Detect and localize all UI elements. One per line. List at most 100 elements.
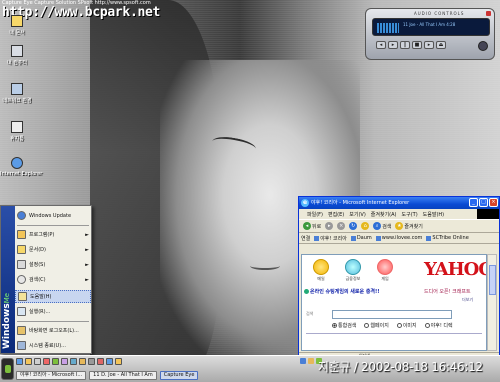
media-quicklaunch-icon[interactable] xyxy=(43,358,50,365)
yahoo-logo[interactable]: YAHOO! Ko xyxy=(424,259,486,280)
app-quicklaunch-icon[interactable] xyxy=(97,358,104,365)
ie-window-title: 야후! 코리아 - Microsoft Internet Explorer xyxy=(311,200,410,206)
minimize-button[interactable]: _ xyxy=(469,198,478,207)
network-icon xyxy=(11,83,23,95)
volume-knob[interactable] xyxy=(478,41,488,51)
documents-icon xyxy=(17,245,26,254)
player-title: AUDIO CONTROLS xyxy=(414,11,465,16)
banner-brand: Windows xyxy=(2,303,12,349)
desktop-icon-my-documents[interactable]: 내 문서 xyxy=(0,15,34,36)
service-label: 게임 xyxy=(381,276,389,281)
home-button[interactable]: ⌂ xyxy=(361,222,370,230)
favorites-button[interactable]: ★ 즐겨찾기 xyxy=(395,222,423,230)
start-item-shutdown[interactable]: 시스템 종료(U)... xyxy=(15,339,91,352)
radio-images[interactable]: 이미지 xyxy=(396,322,417,329)
app-quicklaunch-icon[interactable] xyxy=(70,358,77,365)
taskbar-button-capture-eye[interactable]: Capture Eye xyxy=(159,371,199,380)
yahoo-games-link[interactable]: 게임 xyxy=(374,259,396,282)
start-menu-separator xyxy=(17,321,89,322)
ie-titlebar[interactable]: e 야후! 코리아 - Microsoft Internet Explorer … xyxy=(299,197,499,209)
link-sctribe[interactable]: SCTribe Online xyxy=(426,235,469,241)
menu-favorites[interactable]: 즐겨찾기(A) xyxy=(371,211,397,218)
stop-button[interactable]: ■ xyxy=(412,41,422,49)
start-button[interactable] xyxy=(1,358,14,380)
start-item-run[interactable]: 실행(R)... xyxy=(15,305,91,318)
next-button[interactable]: ▸ xyxy=(424,41,434,49)
page-icon xyxy=(426,235,432,241)
computer-icon xyxy=(11,45,23,57)
ie-quicklaunch-icon[interactable] xyxy=(16,358,23,365)
spectrum-visualizer xyxy=(377,23,399,33)
menu-view[interactable]: 보기(V) xyxy=(349,211,366,218)
app-quicklaunch-icon[interactable] xyxy=(115,358,122,365)
search-field-label: 검색 xyxy=(306,311,314,316)
desktop-icon-network-places[interactable]: 네트워크 환경 xyxy=(0,83,34,104)
radio-web-pages[interactable]: 웹페이지 xyxy=(364,322,389,329)
favorites-label: 즐겨찾기 xyxy=(404,223,423,230)
quick-launch xyxy=(16,358,122,365)
home-icon: ⌂ xyxy=(361,222,370,230)
media-player[interactable]: AUDIO CONTROLS 11 Joe - All That I Am 4:… xyxy=(365,8,495,60)
start-item-settings[interactable]: 설정(S) ► xyxy=(15,258,91,271)
app-quicklaunch-icon[interactable] xyxy=(106,358,113,365)
refresh-icon: ↻ xyxy=(349,222,358,230)
menu-tools[interactable]: 도구(T) xyxy=(402,211,418,218)
desktop-icon-label: 네트워크 환경 xyxy=(2,98,32,104)
radio-integrated-search[interactable]: 통합검색 xyxy=(332,322,356,329)
app-quicklaunch-icon[interactable] xyxy=(79,358,86,365)
eject-button[interactable]: ⏏ xyxy=(436,41,446,49)
start-item-documents[interactable]: 문서(D) ► xyxy=(15,243,91,256)
more-link[interactable]: 더보기 xyxy=(462,297,473,303)
taskbar-button-player[interactable]: 11 D. Joe - All That I Am xyxy=(89,371,157,380)
start-item-label: 프로그램(P) xyxy=(29,232,55,238)
start-item-search[interactable]: 검색(C) ► xyxy=(15,273,91,286)
app-quicklaunch-icon[interactable] xyxy=(52,358,59,365)
start-menu-separator xyxy=(17,225,89,226)
link-daum[interactable]: Daum xyxy=(350,235,372,241)
radio-directory[interactable]: 야후! 디렉 xyxy=(424,322,453,329)
search-icon: ⌕ xyxy=(373,222,382,230)
star-icon: ★ xyxy=(395,222,404,230)
link-yahoo-korea[interactable]: 야후! 코리아 xyxy=(314,235,347,242)
search-icon xyxy=(17,275,26,284)
tray-icon[interactable] xyxy=(308,358,314,364)
start-item-windows-update[interactable]: Windows Update xyxy=(15,209,91,222)
menu-edit[interactable]: 편집(E) xyxy=(328,211,344,218)
desktop-icon-recycle-bin[interactable]: 휴지통 xyxy=(0,121,34,142)
yahoo-finance-link[interactable]: 금융정보 xyxy=(342,259,364,282)
search-button[interactable]: ⌕ 검색 xyxy=(373,222,391,230)
ie-vertical-scrollbar[interactable] xyxy=(487,254,497,351)
pause-button[interactable]: ‖ xyxy=(400,41,410,49)
menu-file[interactable]: 파일(F) xyxy=(307,211,323,218)
stop-icon: × xyxy=(337,222,346,230)
start-item-logoff[interactable]: 바탕화면 로그오프(L)... xyxy=(15,324,91,337)
close-icon[interactable] xyxy=(486,11,491,16)
forward-button[interactable]: ▸ xyxy=(325,222,334,230)
play-button[interactable]: ▸ xyxy=(388,41,398,49)
desktop-icon-my-computer[interactable]: 내 컴퓨터 xyxy=(0,45,34,66)
folder-quicklaunch-icon[interactable] xyxy=(25,358,32,365)
ie-window[interactable]: e 야후! 코리아 - Microsoft Internet Explorer … xyxy=(298,196,500,359)
desktop-icon-internet-explorer[interactable]: Internet Explorer xyxy=(0,157,42,177)
app-quicklaunch-icon[interactable] xyxy=(61,358,68,365)
desktop-quicklaunch-icon[interactable] xyxy=(34,358,41,365)
maximize-button[interactable]: □ xyxy=(479,198,488,207)
tray-icon[interactable] xyxy=(300,358,306,364)
yahoo-mail-link[interactable]: 메일 xyxy=(310,259,332,282)
close-button[interactable]: × xyxy=(489,198,498,207)
yahoo-search-input[interactable] xyxy=(332,310,452,319)
start-item-label: 실행(R)... xyxy=(29,309,51,315)
stop-button[interactable]: × xyxy=(337,222,346,230)
link-ilovee[interactable]: www.ilovee.com xyxy=(375,235,422,241)
promo-link[interactable]: 온라인 슈팅게임의 새로운 충격!! xyxy=(310,289,410,296)
previous-button[interactable]: ◂ xyxy=(376,41,386,49)
menu-help[interactable]: 도움말(H) xyxy=(423,211,444,218)
start-item-programs[interactable]: 프로그램(P) ► xyxy=(15,228,91,241)
refresh-button[interactable]: ↻ xyxy=(349,222,358,230)
taskbar-button-ie[interactable]: 야후! 코리아 - Microsoft I... xyxy=(16,371,87,380)
back-button[interactable]: ◂ 뒤로 xyxy=(303,222,321,230)
start-item-help[interactable]: 도움말(H) xyxy=(15,290,91,303)
app-quicklaunch-icon[interactable] xyxy=(88,358,95,365)
promo-side-link[interactable]: 드디어 오픈! 크래프트 xyxy=(424,289,471,296)
scrollbar-thumb[interactable] xyxy=(489,265,496,295)
